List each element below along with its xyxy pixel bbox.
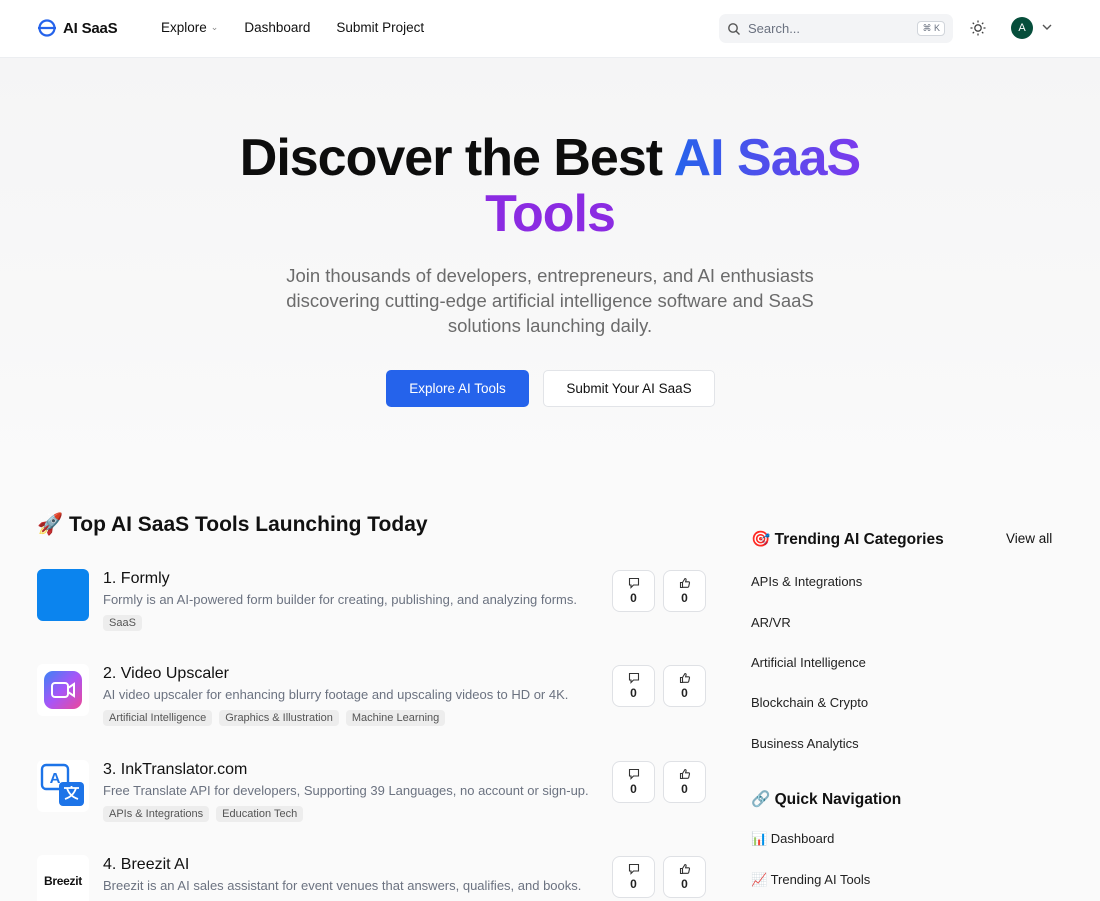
comment-count: 0 — [630, 877, 637, 891]
upvote-count: 0 — [681, 591, 688, 605]
chevron-down-icon[interactable] — [1041, 21, 1053, 33]
trending-categories-title: 🎯 Trending AI Categories — [751, 531, 944, 548]
upvote-button[interactable]: 0 — [663, 570, 706, 612]
nav-submit-project[interactable]: Submit Project — [336, 20, 424, 35]
product-description: AI video upscaler for enhancing blurry f… — [103, 687, 569, 702]
tag-list: APIs & Integrations Education Tech — [103, 806, 304, 822]
search-box[interactable]: Search... ⌘ K — [719, 14, 953, 43]
logo[interactable]: AI SaaS — [37, 18, 118, 38]
top-header: AI SaaS Explore ⌄ Dashboard Submit Proje… — [0, 0, 1100, 58]
tag[interactable]: APIs & Integrations — [103, 806, 210, 822]
thumbs-up-icon — [679, 768, 690, 780]
tag[interactable]: Artificial Intelligence — [103, 710, 213, 726]
theme-toggle-sun-icon[interactable] — [969, 19, 987, 37]
comment-button[interactable]: 0 — [612, 856, 655, 898]
product-description: Breezit is an AI sales assistant for eve… — [103, 878, 582, 893]
translate-icon: A — [40, 763, 84, 806]
product-description: Free Translate API for developers, Suppo… — [103, 783, 589, 798]
upvote-count: 0 — [681, 782, 688, 796]
category-link[interactable]: Business Analytics — [751, 736, 859, 751]
upvote-count: 0 — [681, 877, 688, 891]
video-camera-icon — [44, 671, 82, 709]
product-thumbnail: Breezit — [37, 855, 89, 901]
tag-list: Artificial Intelligence Graphics & Illus… — [103, 710, 446, 726]
logo-icon — [38, 19, 56, 37]
search-icon — [728, 22, 740, 35]
comment-count: 0 — [630, 686, 637, 700]
hero-title-accent: AI SaaS — [673, 129, 862, 187]
upvote-count: 0 — [681, 686, 688, 700]
list-item[interactable]: 1. Formly Formly is an AI-powered form b… — [37, 569, 707, 649]
hero-subtitle: Join thousands of developers, entreprene… — [286, 265, 814, 336]
comment-icon — [628, 768, 639, 780]
launches-title: 🚀 Top AI SaaS Tools Launching Today — [37, 513, 428, 536]
tag-list: SaaS — [103, 615, 142, 631]
avatar[interactable]: A — [1011, 17, 1033, 39]
nav-dashboard[interactable]: Dashboard — [244, 20, 310, 35]
product-thumbnail: A — [37, 760, 89, 812]
upvote-button[interactable]: 0 — [663, 856, 706, 898]
tag[interactable]: SaaS — [103, 615, 142, 631]
product-name[interactable]: 3. InkTranslator.com — [103, 761, 247, 779]
tag[interactable]: Graphics & Illustration — [219, 710, 339, 726]
tag[interactable]: Education Tech — [216, 806, 304, 822]
upvote-button[interactable]: 0 — [663, 761, 706, 803]
thumbs-up-icon — [679, 672, 690, 684]
nav-explore[interactable]: Explore ⌄ — [161, 20, 218, 35]
nav-dashboard-label: Dashboard — [244, 20, 311, 35]
svg-text:A: A — [50, 770, 61, 787]
submit-ai-saas-button[interactable]: Submit Your AI SaaS — [543, 370, 715, 407]
logo-text: AI SaaS — [63, 19, 118, 37]
hero-title-plain: Discover the Best — [239, 129, 674, 187]
quick-nav-trending-tools[interactable]: 📈 Trending AI Tools — [751, 872, 870, 888]
comment-icon — [628, 672, 639, 684]
comment-count: 0 — [630, 591, 637, 605]
main-nav: Explore ⌄ Dashboard Submit Project — [161, 20, 424, 35]
comment-count: 0 — [630, 782, 637, 796]
explore-ai-tools-button[interactable]: Explore AI Tools — [386, 370, 529, 407]
product-name[interactable]: 4. Breezit AI — [103, 856, 189, 874]
breezit-logo: Breezit — [44, 874, 82, 888]
product-thumbnail — [37, 664, 89, 716]
search-placeholder: Search... — [748, 21, 801, 36]
list-item[interactable]: Breezit 4. Breezit AI Breezit is an AI s… — [37, 855, 707, 901]
comment-button[interactable]: 0 — [612, 665, 655, 707]
product-description: Formly is an AI-powered form builder for… — [103, 592, 577, 607]
hero-title-accent-line2: Tools — [485, 185, 616, 243]
hero-section: Discover the Best AI SaaS Tools Join tho… — [0, 58, 1100, 488]
view-all-link[interactable]: View all — [1006, 531, 1052, 546]
comment-icon — [628, 863, 639, 875]
nav-submit-project-label: Submit Project — [336, 20, 425, 35]
category-link[interactable]: Blockchain & Crypto — [751, 695, 868, 710]
quick-navigation-title: 🔗 Quick Navigation — [751, 791, 902, 808]
hero-title: Discover the Best AI SaaS Tools — [0, 130, 1100, 242]
list-item[interactable]: A 3. InkTranslator.com Free Translate AP… — [37, 760, 707, 840]
upvote-button[interactable]: 0 — [663, 665, 706, 707]
nav-explore-label: Explore — [161, 20, 207, 35]
chevron-down-icon: ⌄ — [210, 22, 219, 32]
category-link[interactable]: APIs & Integrations — [751, 574, 862, 589]
tag[interactable]: Machine Learning — [345, 710, 446, 726]
search-shortcut-badge: ⌘ K — [917, 21, 945, 36]
category-link[interactable]: AR/VR — [751, 615, 791, 630]
category-link[interactable]: Artificial Intelligence — [751, 655, 866, 670]
product-name[interactable]: 1. Formly — [103, 570, 170, 588]
thumbs-up-icon — [679, 577, 690, 589]
comment-button[interactable]: 0 — [612, 761, 655, 803]
product-thumbnail — [37, 569, 89, 621]
comment-icon — [628, 577, 639, 589]
comment-button[interactable]: 0 — [612, 570, 655, 612]
product-name[interactable]: 2. Video Upscaler — [103, 665, 229, 683]
list-item[interactable]: 2. Video Upscaler AI video upscaler for … — [37, 664, 707, 744]
quick-nav-dashboard[interactable]: 📊 Dashboard — [751, 831, 834, 847]
thumbs-up-icon — [679, 863, 690, 875]
